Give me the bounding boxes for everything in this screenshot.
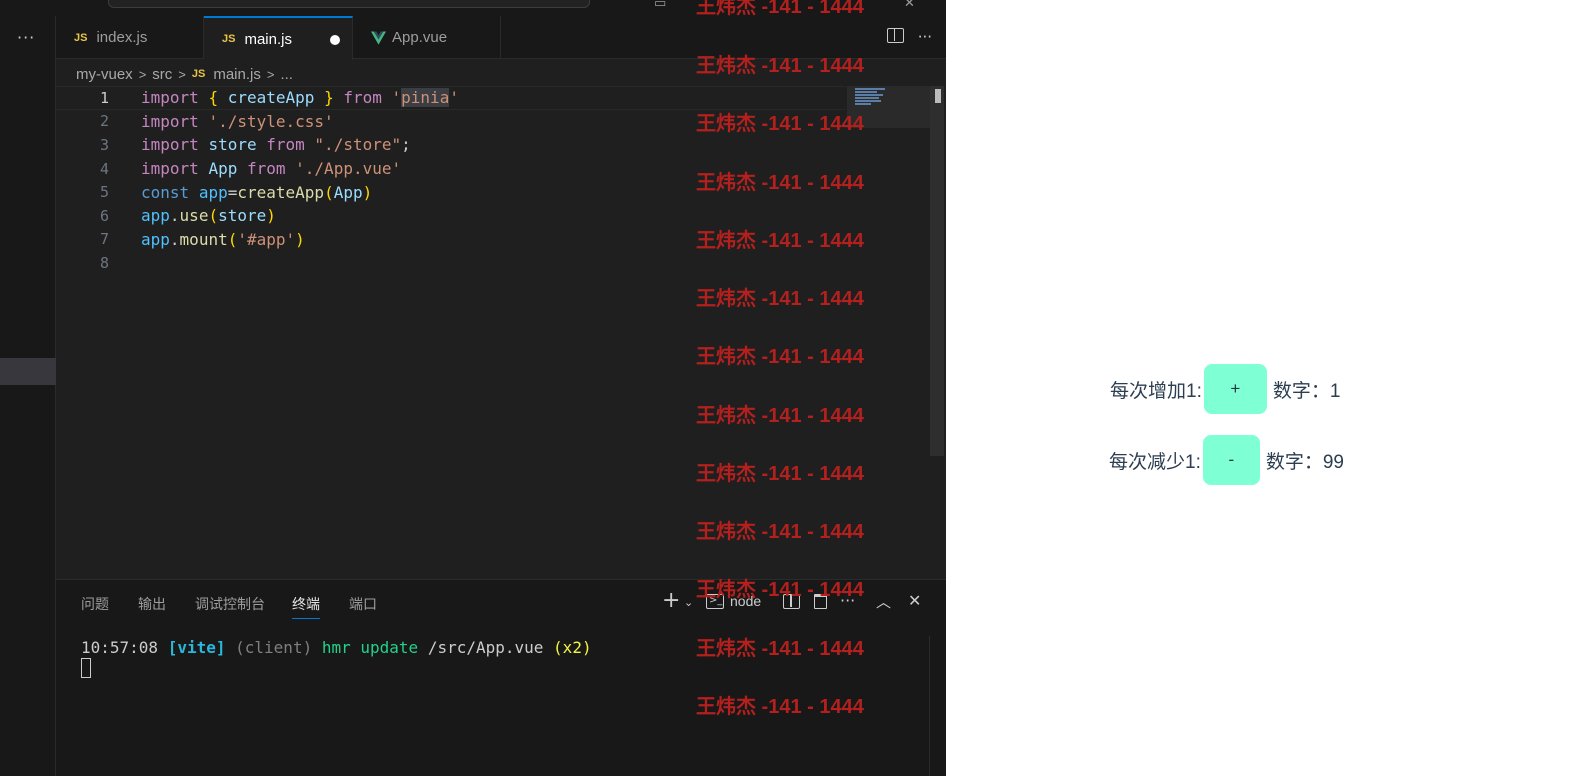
- breadcrumb-folder[interactable]: src: [152, 66, 172, 83]
- increment-result: 数字：1: [1272, 380, 1341, 402]
- code-text: import './style.css': [141, 111, 334, 131]
- tab-index-js[interactable]: JS index.js: [56, 16, 204, 59]
- code-text: const app=createApp(App): [141, 182, 373, 202]
- increment-row: 每次增加1: + 数字：1: [1110, 364, 1340, 414]
- terminal-icon: >_: [706, 594, 724, 609]
- code-line[interactable]: 8: [56, 251, 846, 275]
- line-number: 2: [99, 112, 109, 131]
- decrement-result: 数字：99: [1265, 451, 1344, 473]
- editor-scrollbar[interactable]: [930, 86, 944, 456]
- code-line[interactable]: 7 app.mount('#app'): [56, 228, 846, 252]
- code-text: app.mount('#app'): [141, 229, 305, 249]
- more-icon[interactable]: ···: [17, 28, 35, 47]
- code-text: import store from "./store";: [141, 135, 411, 155]
- line-number: 7: [99, 230, 109, 249]
- browser-viewport: 每次增加1: + 数字：1 每次减少1: - 数字：99: [946, 0, 1586, 776]
- code-text: import { createApp } from 'pinia': [141, 88, 459, 108]
- bottom-panel: 问题 输出 调试控制台 终端 端口 + ⌄ >_ node ··· ︿ ✕ 10…: [56, 579, 946, 776]
- line-number: 1: [99, 88, 109, 107]
- tab-problems[interactable]: 问题: [81, 594, 109, 614]
- close-window-icon[interactable]: ✕: [904, 0, 915, 11]
- line-number: 4: [99, 159, 109, 178]
- split-editor-icon[interactable]: [886, 28, 904, 43]
- tab-ports[interactable]: 端口: [349, 594, 377, 614]
- editor-actions: ···: [886, 28, 932, 46]
- code-text: import App from './App.vue': [141, 159, 402, 179]
- tab-label: App.vue: [392, 29, 448, 46]
- tab-main-js[interactable]: JS main.js: [204, 16, 353, 60]
- activity-bar: ···: [0, 16, 56, 776]
- tab-output[interactable]: 输出: [138, 594, 166, 614]
- code-line[interactable]: 1 import { createApp } from 'pinia': [56, 86, 846, 110]
- terminal-cursor: [81, 658, 91, 678]
- breadcrumb: my-vuex > src > JS main.js > ...: [76, 63, 293, 85]
- decrement-button[interactable]: -: [1202, 435, 1260, 485]
- tab-label: main.js: [244, 30, 292, 48]
- chevron-right-icon: >: [266, 66, 275, 82]
- command-center[interactable]: [108, 0, 590, 8]
- code-line[interactable]: 4 import App from './App.vue': [56, 157, 846, 181]
- vscode-window: ▭ ✕ ··· JS index.js JS main.js App.vue ·…: [0, 0, 946, 776]
- split-terminal-icon[interactable]: [783, 594, 800, 609]
- tab-app-vue[interactable]: App.vue: [353, 16, 501, 59]
- close-panel-icon[interactable]: ✕: [908, 591, 921, 610]
- line-number: 3: [99, 135, 109, 154]
- code-line[interactable]: 5 const app=createApp(App): [56, 180, 846, 204]
- title-bar-controls: ▭ ✕: [652, 0, 942, 12]
- terminal-output[interactable]: 10:57:08 [vite] (client) hmr update /src…: [81, 638, 592, 657]
- decrement-label: 每次减少1:: [1109, 451, 1201, 473]
- chevron-right-icon: >: [178, 66, 186, 82]
- line-number: 6: [99, 206, 109, 225]
- decrement-row: 每次减少1: - 数字：99: [1109, 435, 1344, 485]
- line-number: 5: [99, 183, 109, 202]
- terminal-scrollbar[interactable]: [929, 636, 946, 776]
- trash-icon[interactable]: [814, 594, 827, 609]
- js-file-icon: JS: [74, 31, 88, 44]
- breadcrumb-folder[interactable]: my-vuex: [76, 66, 133, 83]
- tab-terminal[interactable]: 终端: [292, 594, 320, 619]
- chevron-right-icon: >: [138, 66, 147, 82]
- layout-icon[interactable]: ▭: [654, 0, 666, 11]
- code-editor[interactable]: 1 import { createApp } from 'pinia' 2 im…: [56, 86, 946, 578]
- code-line[interactable]: 6 app.use(store): [56, 204, 846, 228]
- tab-label: index.js: [96, 29, 148, 46]
- increment-button[interactable]: +: [1203, 364, 1267, 414]
- panel-actions: + ⌄ >_ node ··· ︿ ✕: [662, 588, 932, 613]
- editor-tab-bar: JS index.js JS main.js App.vue ···: [56, 16, 946, 60]
- js-file-icon: JS: [191, 68, 206, 80]
- vue-icon: [371, 30, 386, 45]
- code-line[interactable]: 2 import './style.css': [56, 110, 846, 134]
- chevron-up-icon[interactable]: ︿: [876, 591, 891, 612]
- minimap[interactable]: [847, 86, 931, 128]
- title-bar: ▭ ✕: [0, 0, 946, 16]
- terminal-name[interactable]: node: [730, 593, 761, 609]
- more-actions-icon[interactable]: ···: [918, 28, 932, 46]
- tab-debug-console[interactable]: 调试控制台: [195, 594, 265, 614]
- breadcrumb-file[interactable]: main.js: [213, 66, 261, 83]
- scrollbar-thumb[interactable]: [935, 89, 941, 103]
- sidebar-selected-row[interactable]: [0, 358, 56, 385]
- increment-label: 每次增加1:: [1110, 380, 1202, 402]
- chevron-down-icon[interactable]: ⌄: [684, 596, 693, 609]
- js-file-icon: JS: [222, 33, 236, 45]
- code-text: app.use(store): [141, 206, 276, 226]
- unsaved-dot-icon[interactable]: [330, 35, 340, 45]
- new-terminal-icon[interactable]: +: [662, 588, 680, 613]
- breadcrumb-symbol[interactable]: ...: [280, 66, 293, 83]
- more-actions-icon[interactable]: ···: [840, 591, 855, 610]
- line-number: 8: [99, 253, 109, 272]
- code-line[interactable]: 3 import store from "./store";: [56, 133, 846, 157]
